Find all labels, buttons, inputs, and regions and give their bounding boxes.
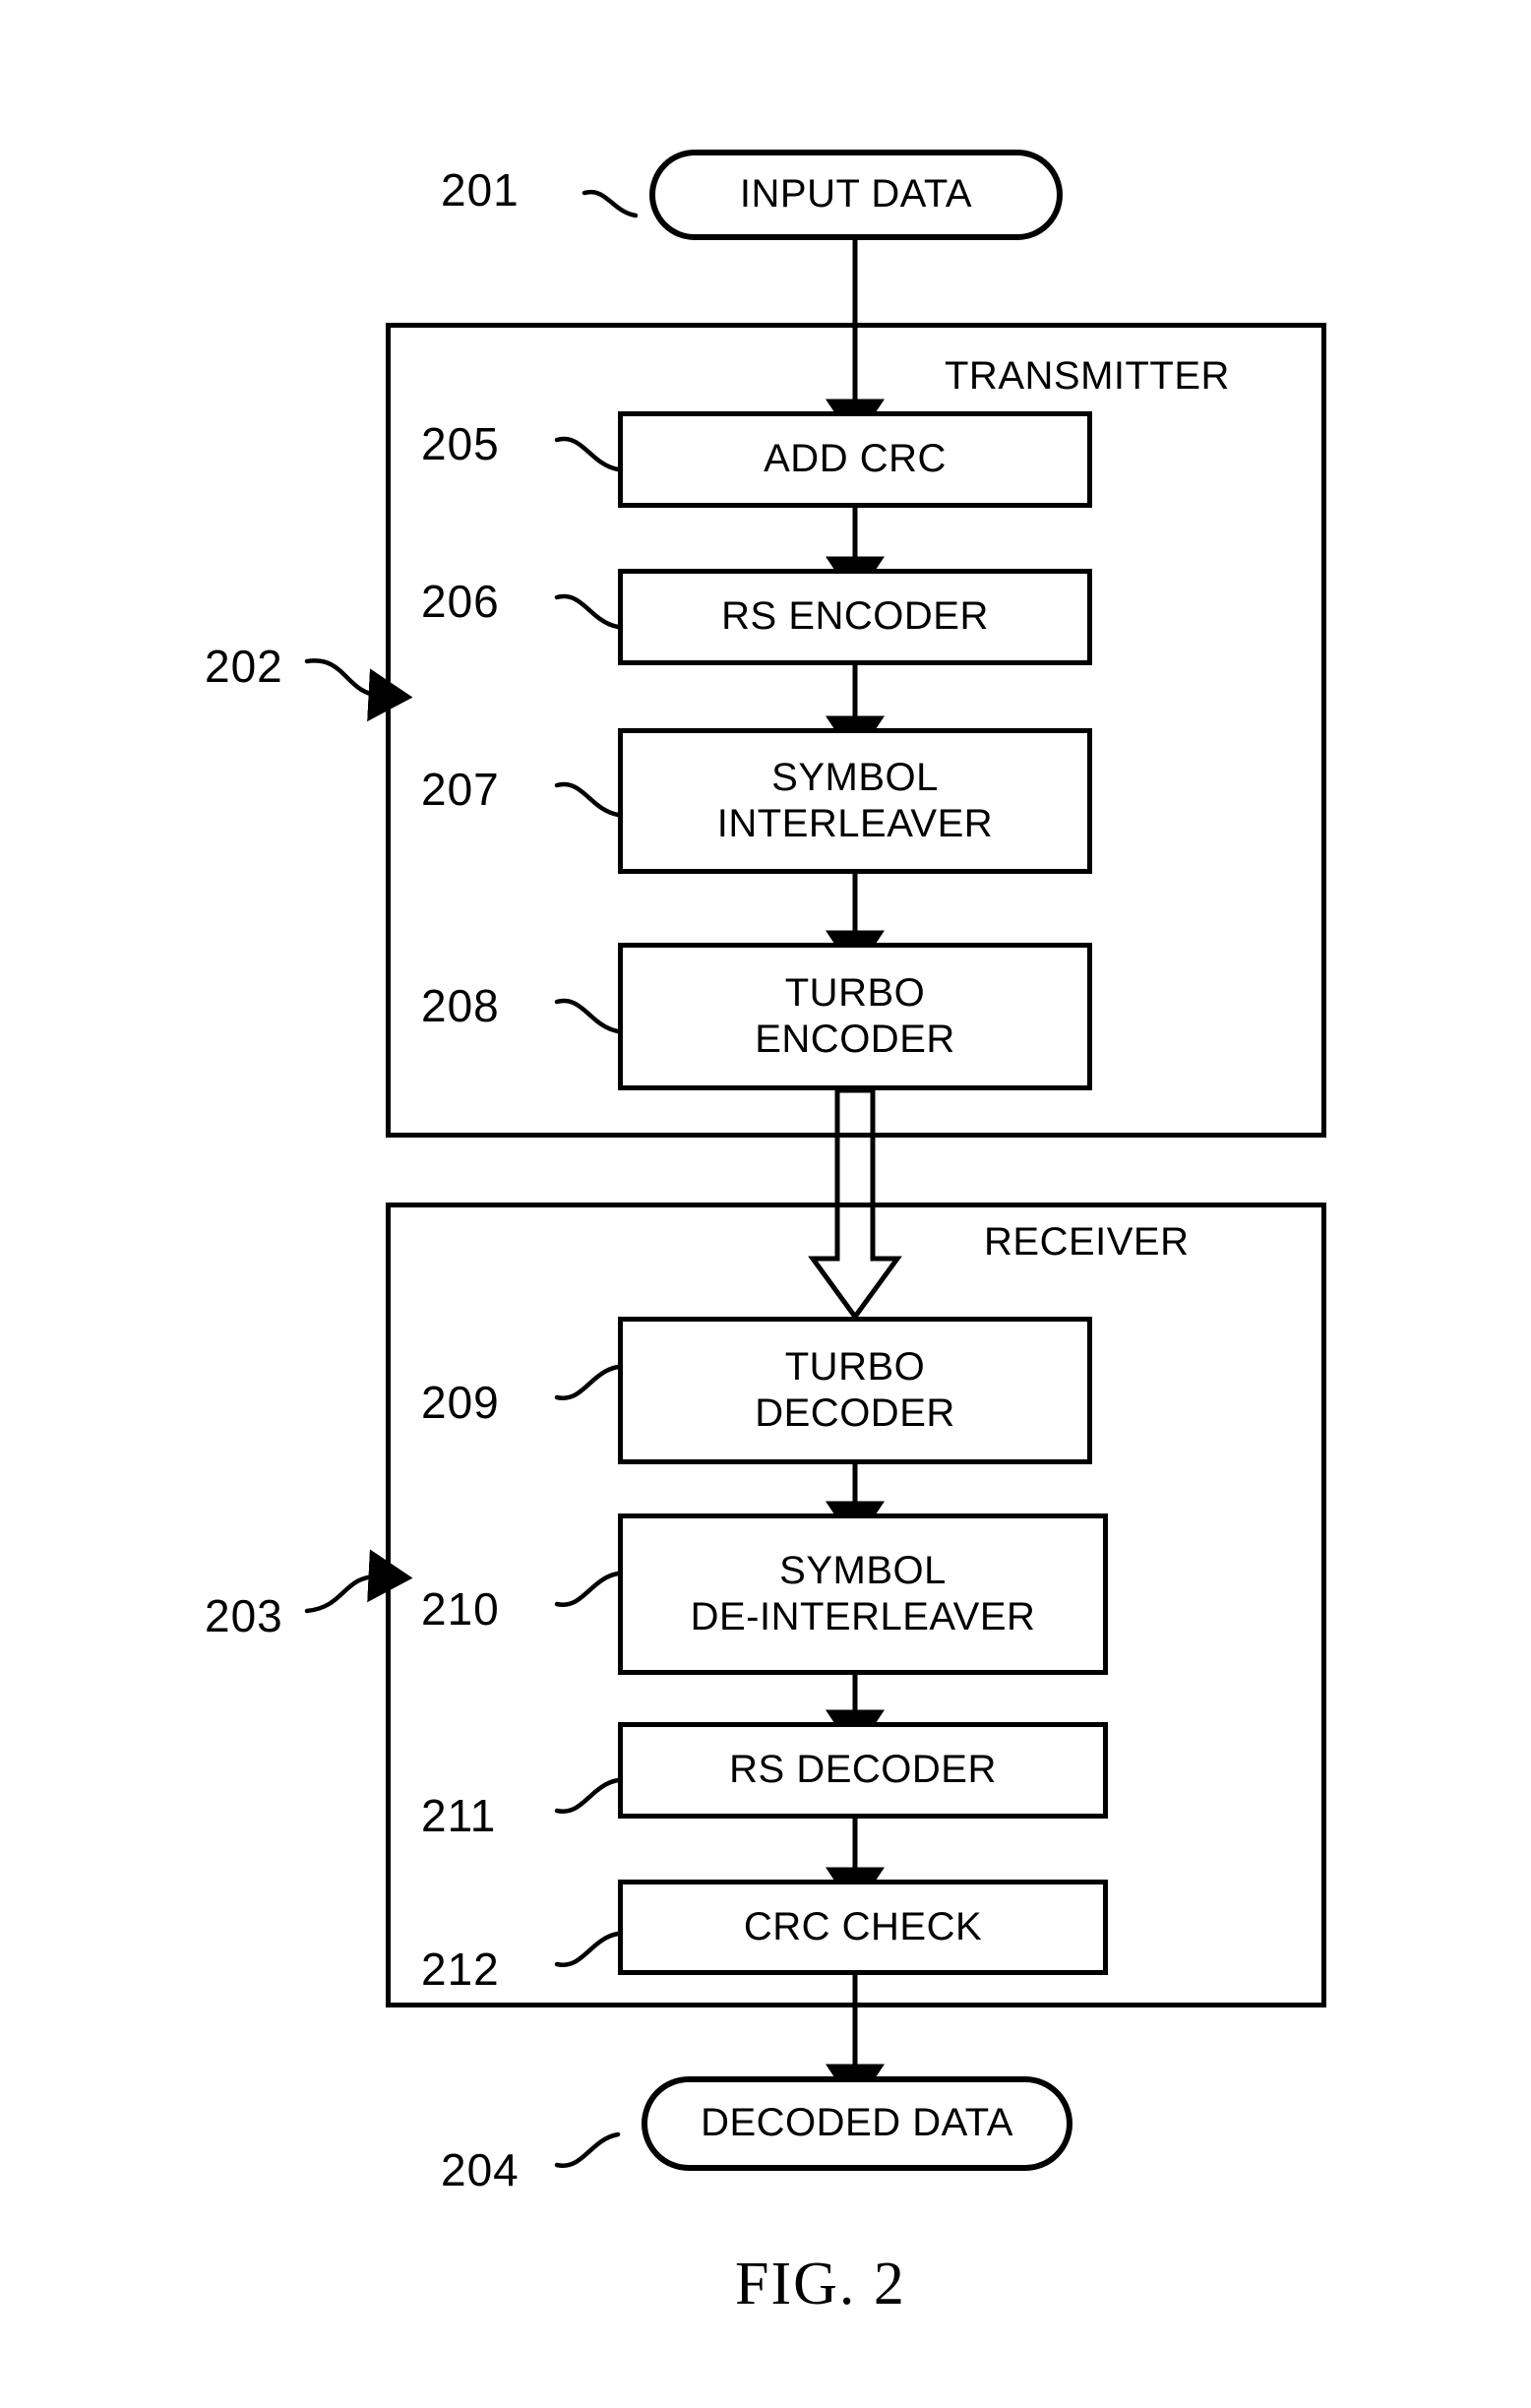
leader-line-202	[304, 658, 413, 722]
group-transmitter-label: TRANSMITTER	[945, 354, 1230, 398]
reference-numeral-203: 203	[205, 1590, 283, 1641]
block-symbol-interleaver-label-line2: INTERLEAVER	[716, 802, 994, 845]
block-symbol-de-interleaver-label-line1: SYMBOL	[779, 1548, 947, 1592]
block-turbo-encoder[interactable]: TURBO ENCODER	[618, 943, 1092, 1090]
figure-caption: FIG. 2	[735, 2251, 906, 2317]
leader-line-204	[554, 2131, 621, 2168]
terminal-input-data[interactable]: INPUT DATA	[649, 150, 1063, 240]
reference-numeral-207: 207	[421, 764, 500, 815]
block-rs-encoder-label: RS ENCODER	[721, 594, 989, 639]
reference-numeral-206: 206	[421, 576, 500, 627]
block-rs-encoder[interactable]: RS ENCODER	[618, 569, 1092, 665]
block-symbol-de-interleaver-label-line2: DE-INTERLEAVER	[690, 1595, 1036, 1638]
leader-line-201	[582, 189, 639, 218]
reference-numeral-209: 209	[421, 1377, 500, 1428]
reference-numeral-201: 201	[441, 164, 520, 216]
reference-numeral-208: 208	[421, 980, 500, 1031]
leader-line-203	[304, 1549, 413, 1614]
block-turbo-decoder-label-line1: TURBO	[784, 1344, 926, 1389]
block-turbo-decoder-label-line2: DECODER	[755, 1391, 955, 1435]
block-symbol-de-interleaver[interactable]: SYMBOL DE-INTERLEAVER	[618, 1513, 1108, 1675]
group-receiver-label: RECEIVER	[984, 1220, 1190, 1264]
terminal-decoded-data[interactable]: DECODED DATA	[642, 2076, 1072, 2171]
block-symbol-interleaver-label-line1: SYMBOL	[771, 755, 939, 799]
reference-numeral-204: 204	[441, 2144, 520, 2195]
block-add-crc-label: ADD CRC	[764, 437, 947, 481]
reference-numeral-212: 212	[421, 1944, 500, 1995]
block-crc-check-label: CRC CHECK	[743, 1904, 983, 1948]
terminal-decoded-data-label: DECODED DATA	[701, 2101, 1013, 2145]
group-leader-group	[304, 658, 413, 1614]
block-rs-decoder[interactable]: RS DECODER	[618, 1722, 1108, 1819]
block-rs-decoder-label: RS DECODER	[729, 1748, 997, 1792]
terminal-input-data-label: INPUT DATA	[739, 172, 973, 216]
block-add-crc[interactable]: ADD CRC	[618, 411, 1092, 508]
reference-numeral-211: 211	[421, 1790, 497, 1841]
block-turbo-encoder-label-line2: ENCODER	[755, 1018, 955, 1061]
block-turbo-encoder-label-line1: TURBO	[784, 970, 926, 1015]
reference-numeral-205: 205	[421, 418, 500, 469]
block-symbol-interleaver[interactable]: SYMBOL INTERLEAVER	[618, 728, 1092, 874]
figure-canvas: 201 INPUT DATA TRANSMITTER 202 205 ADD C…	[0, 0, 1531, 2408]
block-turbo-decoder[interactable]: TURBO DECODER	[618, 1317, 1092, 1464]
reference-numeral-210: 210	[421, 1583, 500, 1635]
reference-numeral-202: 202	[205, 641, 283, 692]
block-crc-check[interactable]: CRC CHECK	[618, 1880, 1108, 1975]
